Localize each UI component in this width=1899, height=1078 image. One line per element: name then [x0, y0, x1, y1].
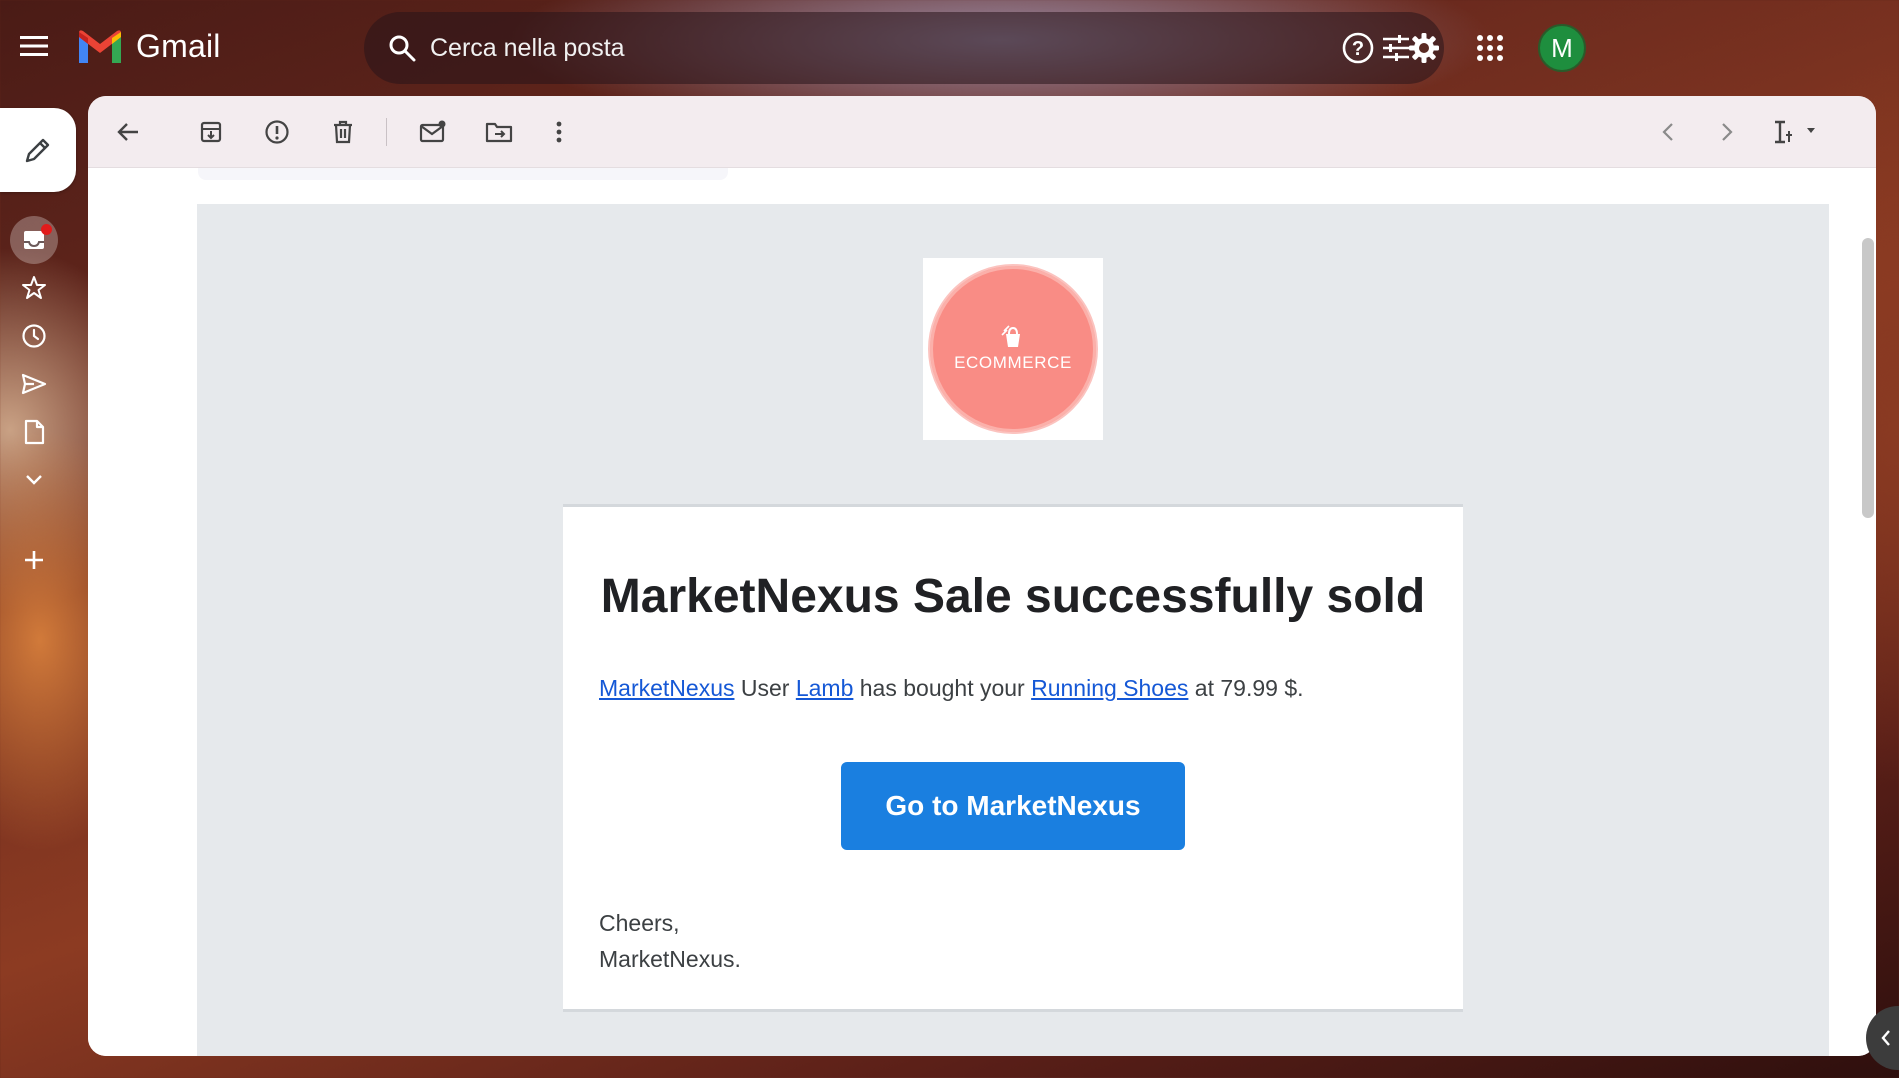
rail-new-label[interactable] [10, 536, 58, 584]
signature-block: Cheers, MarketNexus. [599, 905, 741, 977]
scroll-thumb[interactable] [1862, 238, 1874, 518]
rail-snoozed[interactable] [10, 312, 58, 360]
signoff: Cheers, [599, 910, 680, 936]
sale-message: MarketNexus User Lamb has bought your Ru… [599, 675, 1304, 702]
chevron-left-icon [1881, 1030, 1890, 1046]
move-to-button[interactable] [475, 108, 523, 156]
mark-unread-button[interactable] [409, 108, 457, 156]
brand-logo: ECOMMERCE [923, 258, 1103, 440]
top-bar: Gmail ? [0, 0, 1899, 96]
rail-starred[interactable] [10, 264, 58, 312]
help-icon: ? [1342, 32, 1374, 64]
delete-button[interactable] [319, 108, 367, 156]
email-title: MarketNexus Sale successfully sold [600, 570, 1426, 623]
email-card: MarketNexus Sale successfully sold Marke… [563, 504, 1463, 1012]
signature: MarketNexus. [599, 946, 741, 972]
shopping-bag-icon [1001, 325, 1020, 347]
older-chevron-icon [1662, 123, 1673, 141]
notification-dot [41, 224, 52, 235]
settings-button[interactable] [1400, 24, 1448, 72]
rail-more[interactable] [10, 456, 58, 504]
back-button[interactable] [104, 108, 152, 156]
send-icon [21, 373, 47, 395]
google-apps-button[interactable] [1466, 24, 1514, 72]
input-tools-button[interactable] [1764, 108, 1828, 156]
gmail-wordmark: Gmail [136, 28, 221, 64]
message-scrollbar[interactable] [1858, 238, 1876, 518]
clock-icon [22, 324, 46, 348]
more-vert-icon [556, 121, 562, 143]
marketnexus-link[interactable]: MarketNexus [599, 675, 734, 701]
rail-drafts[interactable] [10, 408, 58, 456]
gmail-m-icon [79, 29, 121, 63]
settings-icon [1409, 33, 1439, 63]
newer-button[interactable] [1644, 108, 1692, 156]
archive-button[interactable] [187, 108, 235, 156]
product-link[interactable]: Running Shoes [1031, 675, 1188, 701]
email-body: ECOMMERCE MarketNexus Sale successfully … [197, 204, 1829, 1056]
main-panel: ECOMMERCE MarketNexus Sale successfully … [88, 96, 1876, 1056]
chevron-down-icon [26, 475, 42, 485]
search-bar [364, 12, 1444, 84]
archive-icon [200, 121, 222, 143]
search-icon[interactable] [382, 28, 422, 68]
message-text-3: at 79.99 $. [1188, 675, 1304, 701]
draft-icon [24, 419, 45, 445]
report-spam-button[interactable] [253, 108, 301, 156]
go-to-marketnexus-button[interactable]: Go to MarketNexus [841, 762, 1185, 850]
message-text-1: User [734, 675, 796, 701]
pencil-icon [25, 138, 50, 163]
rail-sent[interactable] [10, 360, 58, 408]
delete-icon [334, 120, 352, 144]
apps-icon [1477, 35, 1503, 61]
more-options-button[interactable] [535, 108, 583, 156]
plus-icon [25, 551, 43, 569]
gmail-logo[interactable]: Gmail [76, 28, 221, 65]
logo-circle: ECOMMERCE [928, 264, 1098, 434]
svg-text:?: ? [1352, 38, 1364, 60]
older-button[interactable] [1703, 108, 1751, 156]
mark-unread-icon [419, 120, 446, 143]
message-content: ECOMMERCE MarketNexus Sale successfully … [88, 168, 1876, 1056]
buyer-link[interactable]: Lamb [796, 675, 854, 701]
logo-wordmark: ECOMMERCE [954, 353, 1072, 372]
search-input[interactable] [430, 33, 1374, 63]
header-fade [198, 168, 728, 180]
message-toolbar [88, 96, 1876, 168]
compose-button[interactable] [0, 108, 76, 192]
input-tools-icon [1775, 120, 1815, 144]
main-menu-button[interactable] [14, 26, 54, 66]
back-arrow-icon [117, 123, 138, 141]
help-button[interactable]: ? [1334, 24, 1382, 72]
account-avatar[interactable]: M [1538, 24, 1586, 72]
menu-icon [20, 36, 48, 56]
star-icon [22, 276, 46, 299]
newer-chevron-icon [1722, 123, 1733, 141]
message-text-2: has bought your [853, 675, 1032, 701]
move-to-icon [485, 122, 513, 143]
rail-inbox[interactable] [10, 216, 58, 264]
toolbar-divider [386, 118, 387, 146]
report-spam-icon [265, 120, 289, 144]
